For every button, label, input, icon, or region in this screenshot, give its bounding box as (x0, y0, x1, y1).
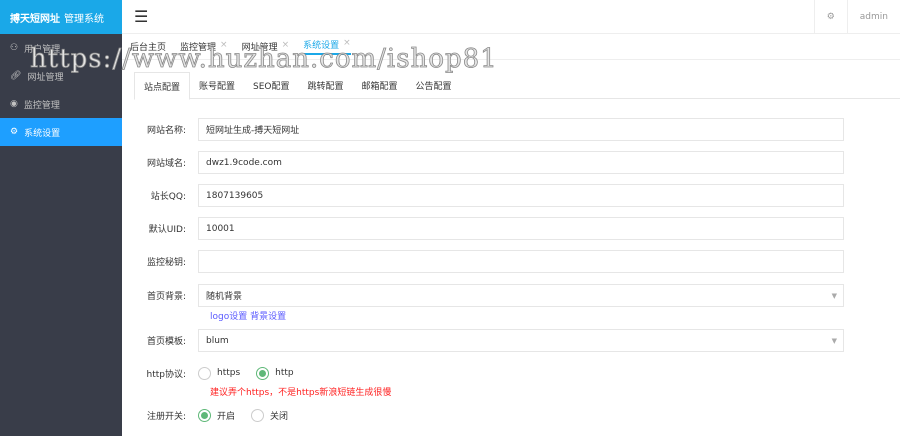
menu-icon[interactable]: ☰ (134, 7, 148, 26)
settings-subtabs: 站点配置 账号配置 SEO配置 跳转配置 邮箱配置 公告配置 (134, 72, 900, 100)
subtab-notice[interactable]: 公告配置 (407, 72, 461, 98)
users-icon: ⚇ (10, 43, 19, 53)
close-icon[interactable]: × (343, 38, 351, 51)
row-protocol: http协议: https http (146, 366, 294, 380)
radio-https[interactable]: https (198, 366, 240, 380)
close-icon[interactable]: × (282, 40, 290, 53)
row-register: 注册开关: 开启 关闭 (140, 408, 844, 422)
top-bar: ☰ ⚙ admin (122, 0, 900, 34)
row-site-name: 网站名称: 短网址生成-搏天短网址 (140, 118, 844, 141)
uid-input[interactable]: 10001 (198, 217, 844, 240)
sidebar-item-monitor[interactable]: ◉ 监控管理 (0, 90, 122, 118)
user-menu[interactable]: admin (846, 0, 900, 33)
tab-urls[interactable]: 网址管理 × (242, 40, 290, 53)
row-secret: 监控秘钥: (140, 250, 844, 273)
logo: 搏天短网址 管理系统 (0, 0, 122, 34)
subtab-mail[interactable]: 邮箱配置 (353, 72, 407, 98)
tab-monitor[interactable]: 监控管理 × (180, 40, 228, 53)
page-tabs: 后台主页 监控管理 × 网址管理 × 系统设置 × (122, 34, 900, 60)
gear-icon: ⚙ (10, 127, 19, 137)
subtab-site[interactable]: 站点配置 (134, 72, 191, 100)
qq-input[interactable]: 1807139605 (198, 184, 844, 207)
sidebar-item-urls[interactable]: 🔗︎ 网址管理 (0, 62, 122, 90)
row-template: 首页模板: blum ▼ (140, 329, 844, 352)
subtab-redirect[interactable]: 跳转配置 (299, 72, 353, 98)
row-qq: 站长QQ: 1807139605 (140, 184, 844, 207)
sidebar-item-users[interactable]: ⚇ 用户管理 (0, 34, 122, 62)
tab-home[interactable]: 后台主页 (130, 40, 166, 53)
eye-icon: ◉ (10, 99, 18, 109)
sidebar: 搏天短网址 管理系统 ⚇ 用户管理 🔗︎ 网址管理 ◉ 监控管理 ⚙ 系统设置 (0, 0, 122, 436)
template-select[interactable]: blum ▼ (198, 329, 844, 352)
chevron-down-icon: ▼ (831, 336, 837, 345)
radio-register-on[interactable]: 开启 (198, 408, 235, 422)
site-name-input[interactable]: 短网址生成-搏天短网址 (198, 118, 844, 141)
row-bg: 首页背景: 随机背景 ▼ (140, 284, 844, 307)
link-icon: 🔗︎ (10, 71, 22, 81)
bg-links[interactable]: logo设置 背景设置 (210, 309, 286, 322)
domain-input[interactable]: dwz1.9code.com (198, 151, 844, 174)
row-domain: 网站域名: dwz1.9code.com (140, 151, 844, 174)
subtab-account[interactable]: 账号配置 (190, 72, 244, 98)
tab-settings[interactable]: 系统设置 × (303, 38, 351, 55)
close-icon[interactable]: × (220, 40, 228, 53)
protocol-warning: 建议弄个https，不是https新浪短链生成很慢 (210, 388, 392, 398)
chevron-down-icon: ▼ (831, 291, 837, 300)
bg-select[interactable]: 随机背景 ▼ (198, 284, 844, 307)
subtab-seo[interactable]: SEO配置 (244, 72, 298, 98)
row-uid: 默认UID: 10001 (140, 217, 844, 240)
radio-http[interactable]: http (256, 366, 294, 380)
radio-register-off[interactable]: 关闭 (251, 408, 288, 422)
sidebar-item-settings[interactable]: ⚙ 系统设置 (0, 118, 122, 146)
secret-input[interactable] (198, 250, 844, 273)
gear-icon[interactable]: ⚙ (813, 0, 847, 33)
